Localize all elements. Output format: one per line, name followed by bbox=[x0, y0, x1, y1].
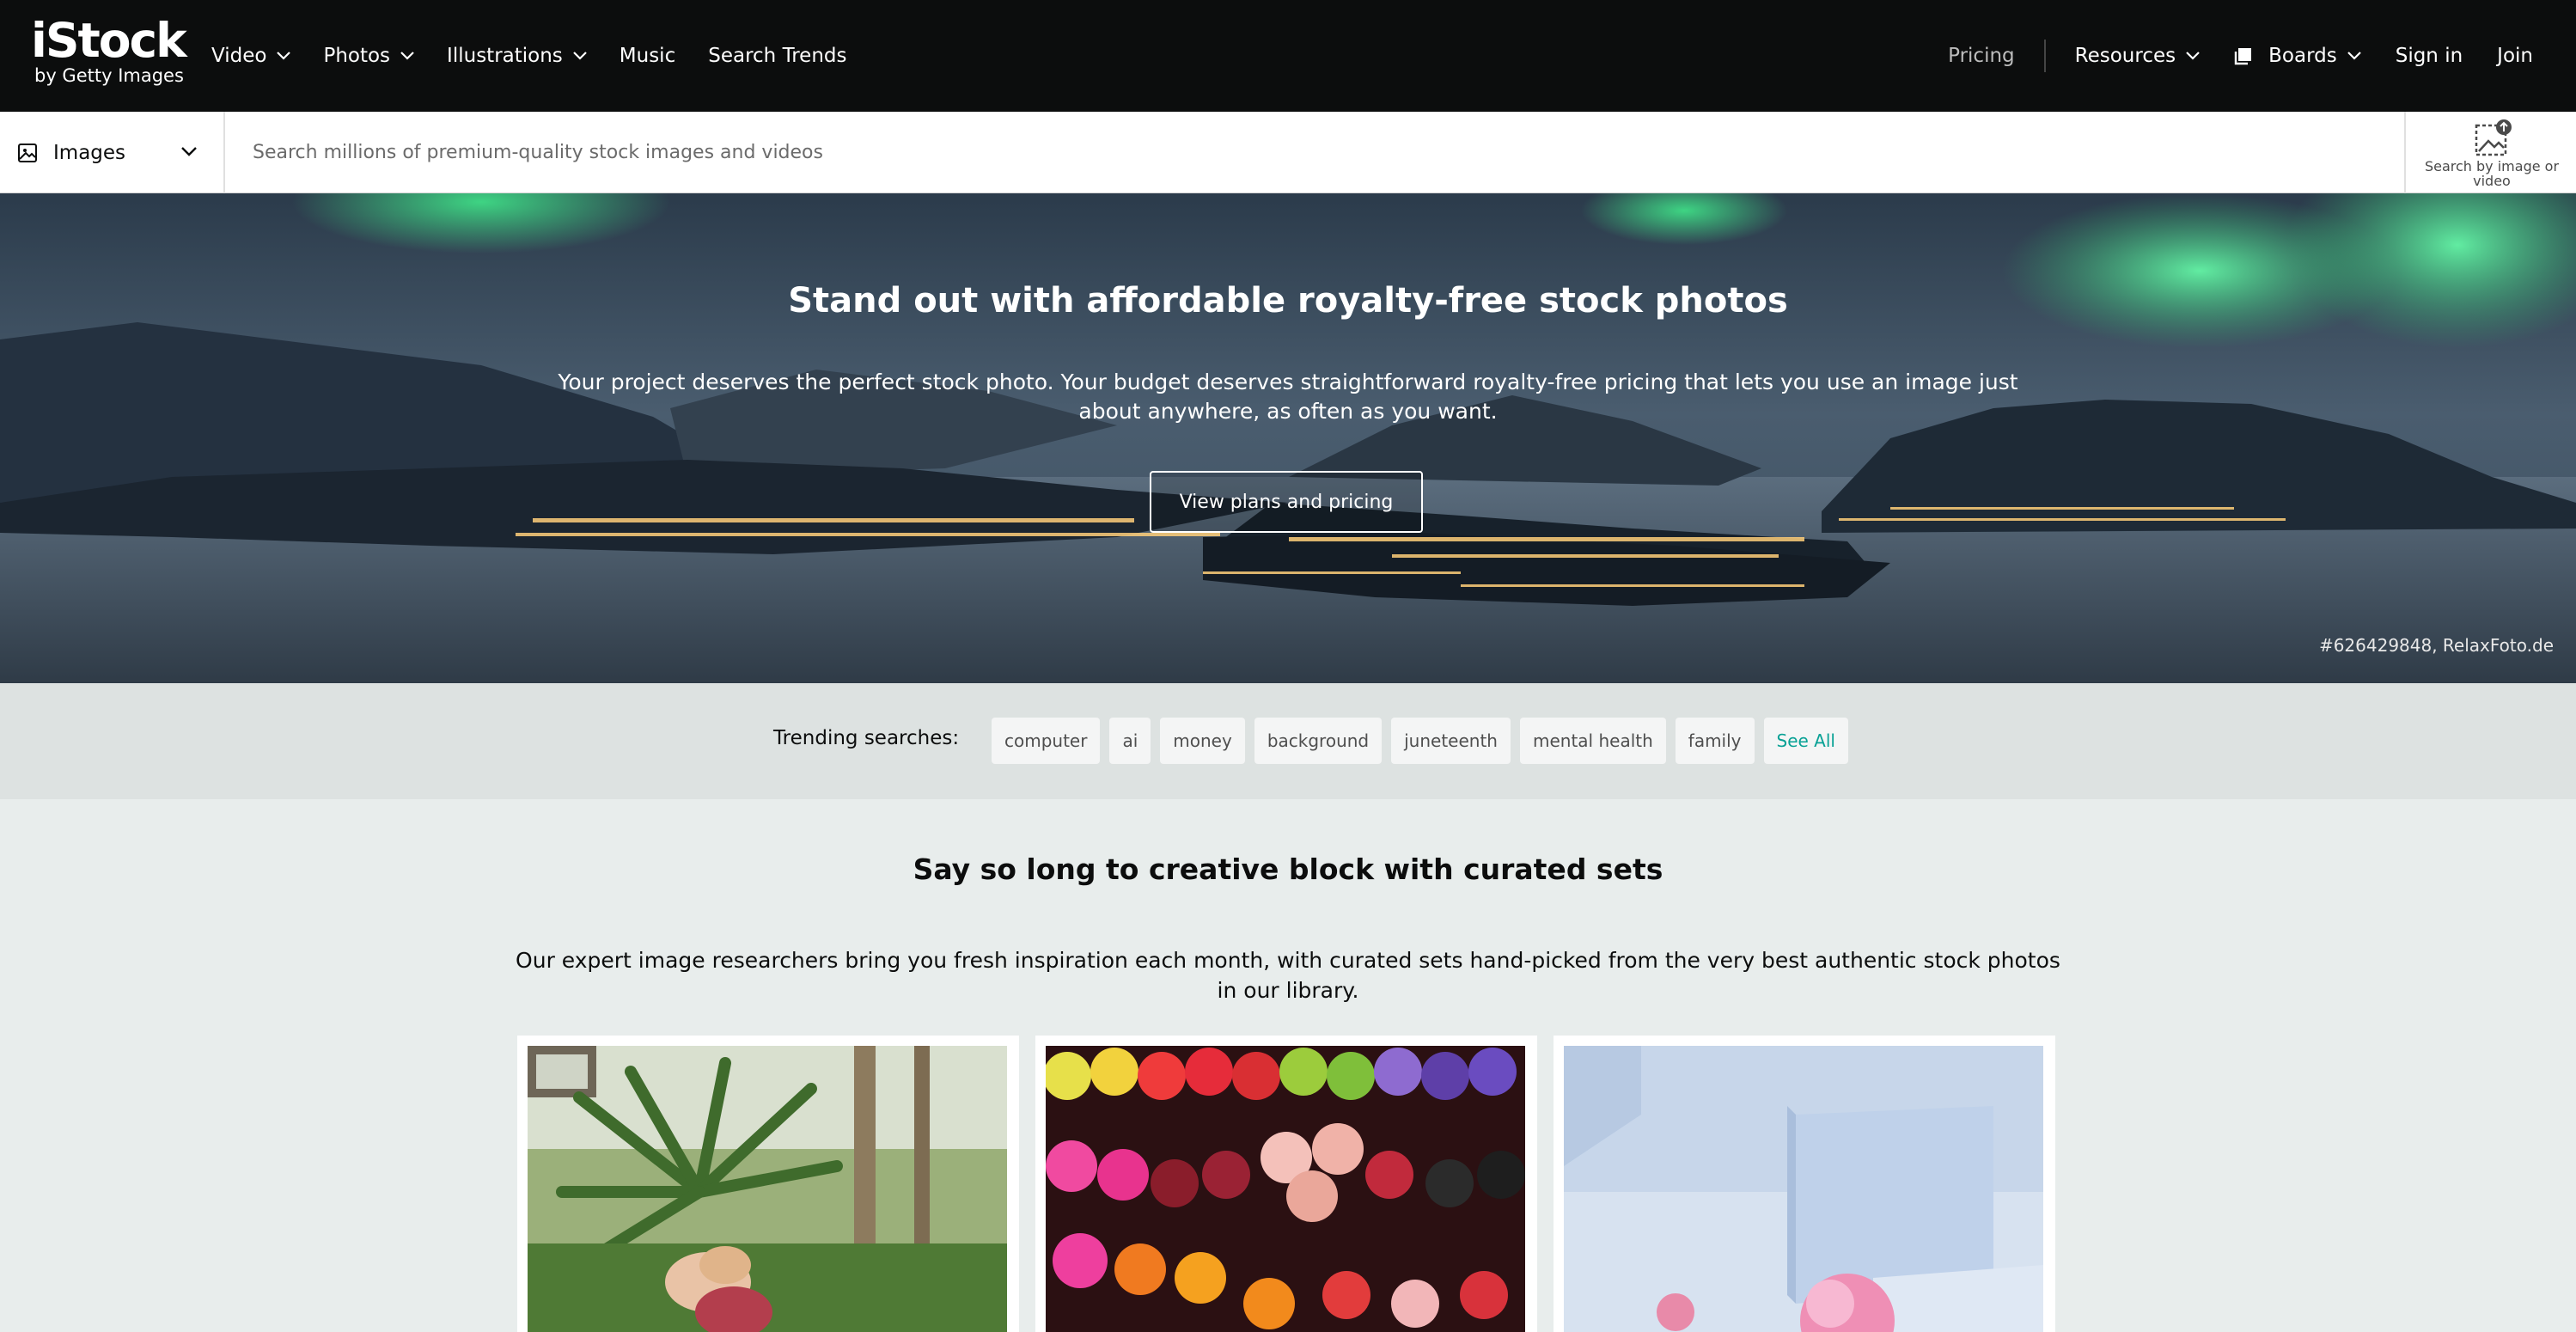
istock-logo[interactable]: iStock by Getty Images bbox=[31, 13, 187, 89]
nav-video[interactable]: Video bbox=[211, 45, 291, 67]
curated-sets-title: Say so long to creative block with curat… bbox=[913, 852, 1663, 886]
image-credit[interactable]: #626429848, RelaxFoto.de bbox=[2319, 635, 2554, 656]
trending-chip[interactable]: computer bbox=[992, 718, 1101, 764]
trending-chip[interactable]: ai bbox=[1109, 718, 1151, 764]
media-type-dropdown[interactable]: Images bbox=[0, 112, 225, 193]
search-input[interactable] bbox=[227, 112, 2401, 193]
trending-chip[interactable]: background bbox=[1254, 718, 1383, 764]
media-type-label: Images bbox=[53, 141, 126, 164]
nav-photos-label: Photos bbox=[323, 45, 391, 67]
view-plans-button[interactable]: View plans and pricing bbox=[1150, 471, 1423, 533]
main-menu: Video Photos Illustrations Music Search … bbox=[211, 0, 880, 112]
curated-set-card[interactable] bbox=[1554, 1036, 2055, 1332]
curated-set-image bbox=[528, 1046, 1007, 1332]
nav-pricing[interactable]: Pricing bbox=[1948, 45, 2015, 67]
chevron-down-icon bbox=[277, 52, 291, 60]
nav-music[interactable]: Music bbox=[620, 45, 675, 67]
see-all-link[interactable]: See All bbox=[1763, 718, 1848, 764]
image-icon bbox=[18, 143, 37, 162]
search-by-image-icon bbox=[2475, 119, 2512, 156]
chevron-down-icon bbox=[573, 52, 587, 60]
curated-set-card[interactable] bbox=[1035, 1036, 1537, 1332]
nav-resources[interactable]: Resources bbox=[2075, 45, 2200, 67]
nav-music-label: Music bbox=[619, 45, 676, 67]
trending-label: Trending searches: bbox=[773, 727, 960, 749]
trending-chip[interactable]: family bbox=[1675, 718, 1755, 764]
nav-illustrations[interactable]: Illustrations bbox=[447, 45, 587, 67]
chevron-down-icon bbox=[2186, 52, 2200, 60]
trending-chips: computer ai money background juneteenth … bbox=[992, 718, 1858, 764]
nav-resources-label: Resources bbox=[2074, 45, 2176, 67]
curated-set-image bbox=[1046, 1046, 1525, 1332]
logo-wordmark: iStock bbox=[31, 13, 187, 68]
trending-chip[interactable]: juneteenth bbox=[1391, 718, 1511, 764]
nav-divider bbox=[2043, 40, 2046, 72]
nav-illustrations-label: Illustrations bbox=[447, 45, 563, 67]
curated-sets-description: Our expert image researchers bring you f… bbox=[516, 948, 2060, 1003]
top-navigation: iStock by Getty Images Video Photos Illu… bbox=[0, 0, 2576, 112]
search-by-image-label: Search by image or video bbox=[2424, 158, 2560, 189]
hero-banner: Stand out with affordable royalty-free s… bbox=[0, 193, 2576, 683]
chevron-down-icon bbox=[181, 147, 197, 156]
nav-boards[interactable]: Boards bbox=[2234, 45, 2361, 67]
join-link[interactable]: Join bbox=[2497, 45, 2533, 67]
chevron-down-icon bbox=[400, 52, 414, 60]
nav-search-trends[interactable]: Search Trends bbox=[708, 45, 846, 67]
boards-icon bbox=[2234, 48, 2252, 65]
curated-set-image bbox=[1564, 1046, 2043, 1332]
nav-boards-label: Boards bbox=[2268, 45, 2337, 67]
sign-in-link[interactable]: Sign in bbox=[2396, 45, 2463, 67]
search-by-image-button[interactable]: Search by image or video bbox=[2404, 112, 2576, 193]
chevron-down-icon bbox=[2347, 52, 2361, 60]
curated-set-card[interactable] bbox=[517, 1036, 1019, 1332]
nav-search-trends-label: Search Trends bbox=[708, 45, 847, 67]
trending-searches: Trending searches: computer ai money bac… bbox=[0, 683, 2576, 799]
hero-title: Stand out with affordable royalty-free s… bbox=[788, 281, 1788, 321]
search-bar: Images Search by image or video bbox=[0, 112, 2576, 193]
hero-background-image bbox=[0, 193, 2576, 683]
nav-video-label: Video bbox=[211, 45, 267, 67]
trending-chip[interactable]: mental health bbox=[1519, 718, 1666, 764]
nav-photos[interactable]: Photos bbox=[323, 45, 414, 67]
hero-description: Your project deserves the perfect stock … bbox=[558, 370, 2018, 424]
logo-subtitle: by Getty Images bbox=[34, 65, 184, 86]
trending-chip[interactable]: money bbox=[1160, 718, 1245, 764]
account-menu: Pricing Resources Boards Sign in Join bbox=[1948, 0, 2533, 112]
